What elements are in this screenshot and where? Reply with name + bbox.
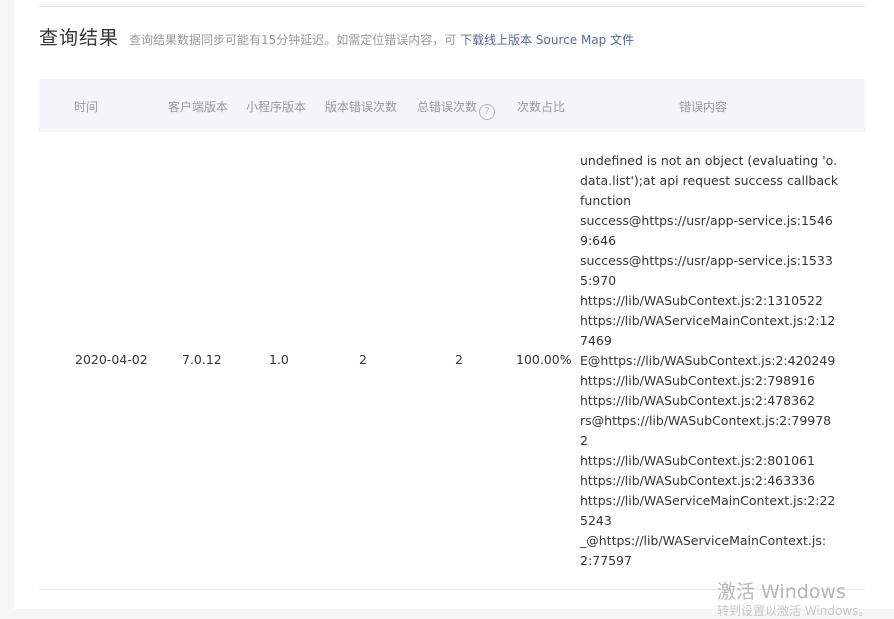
- error-line: rs@https://lib/WASubContext.js:2:79978: [580, 413, 832, 428]
- cell-ratio: 100.00%: [516, 352, 572, 367]
- column-client-version: 客户端版本: [168, 100, 229, 114]
- error-line: https://lib/WASubContext.js:2:463336: [580, 473, 815, 488]
- column-miniprogram-version: 小程序版本: [246, 100, 307, 114]
- error-line: https://lib/WASubContext.js:2:478362: [580, 393, 815, 408]
- error-line: https://lib/WAServiceMainContext.js:2:22: [580, 493, 836, 508]
- error-line: data.list');at api request success callb…: [580, 173, 839, 188]
- activation-watermark-title: 激活 Windows: [717, 581, 846, 603]
- cell-error-content: undefined is not an object (evaluating '…: [580, 151, 839, 571]
- table-header: 时间 客户端版本 小程序版本 版本错误次数 总错误次数? 次数占比 错误内容: [39, 79, 865, 132]
- error-line: 7469: [580, 333, 612, 348]
- error-line: 9:646: [580, 233, 617, 248]
- download-source-map-link[interactable]: 下载线上版本 Source Map 文件: [460, 33, 634, 47]
- error-line: function: [580, 193, 632, 208]
- error-line: success@https://usr/app-service.js:1546: [580, 213, 833, 228]
- column-total-error-count-label: 总错误次数: [417, 100, 478, 114]
- error-line: https://lib/WASubContext.js:2:1310522: [580, 293, 823, 308]
- activation-watermark-subtitle: 转到设置以激活 Windows。: [717, 604, 871, 618]
- error-line: undefined is not an object (evaluating '…: [580, 153, 838, 168]
- error-line: https://lib/WASubContext.js:2:798916: [580, 373, 815, 388]
- error-line: 5:970: [580, 273, 617, 288]
- cell-time: 2020-04-02: [75, 352, 148, 367]
- error-line: https://lib/WAServiceMainContext.js:2:12: [580, 313, 836, 328]
- column-time: 时间: [74, 100, 99, 114]
- error-line: https://lib/WASubContext.js:2:801061: [580, 453, 815, 468]
- error-line: success@https://usr/app-service.js:1533: [580, 253, 833, 268]
- query-results-panel: 查询结果 查询结果数据同步可能有15分钟延迟。如需定位错误内容，可 下载线上版本…: [14, 0, 894, 609]
- error-line: _@https://lib/WAServiceMainContext.js:: [580, 533, 827, 548]
- description-text: 查询结果数据同步可能有15分钟延迟。如需定位错误内容，可: [129, 33, 461, 47]
- error-line: E@https://lib/WASubContext.js:2:420249: [580, 353, 836, 368]
- column-ratio: 次数占比: [517, 100, 566, 114]
- divider: [39, 6, 865, 7]
- error-line: 2:77597: [580, 553, 632, 568]
- column-error-content: 错误内容: [679, 100, 728, 114]
- section-title: 查询结果: [39, 27, 120, 49]
- error-line: 5243: [580, 513, 612, 528]
- help-icon[interactable]: ?: [479, 104, 496, 120]
- cell-version-error-count: 2: [359, 352, 367, 367]
- section-description: 查询结果数据同步可能有15分钟延迟。如需定位错误内容，可 下载线上版本 Sour…: [129, 31, 634, 48]
- error-line: 2: [580, 433, 588, 448]
- cell-total-error-count: 2: [455, 352, 463, 367]
- cell-client-version: 7.0.12: [182, 352, 222, 367]
- column-version-error-count: 版本错误次数: [325, 100, 398, 114]
- cell-miniprogram-version: 1.0: [269, 352, 289, 367]
- column-total-error-count: 总错误次数?: [417, 98, 496, 120]
